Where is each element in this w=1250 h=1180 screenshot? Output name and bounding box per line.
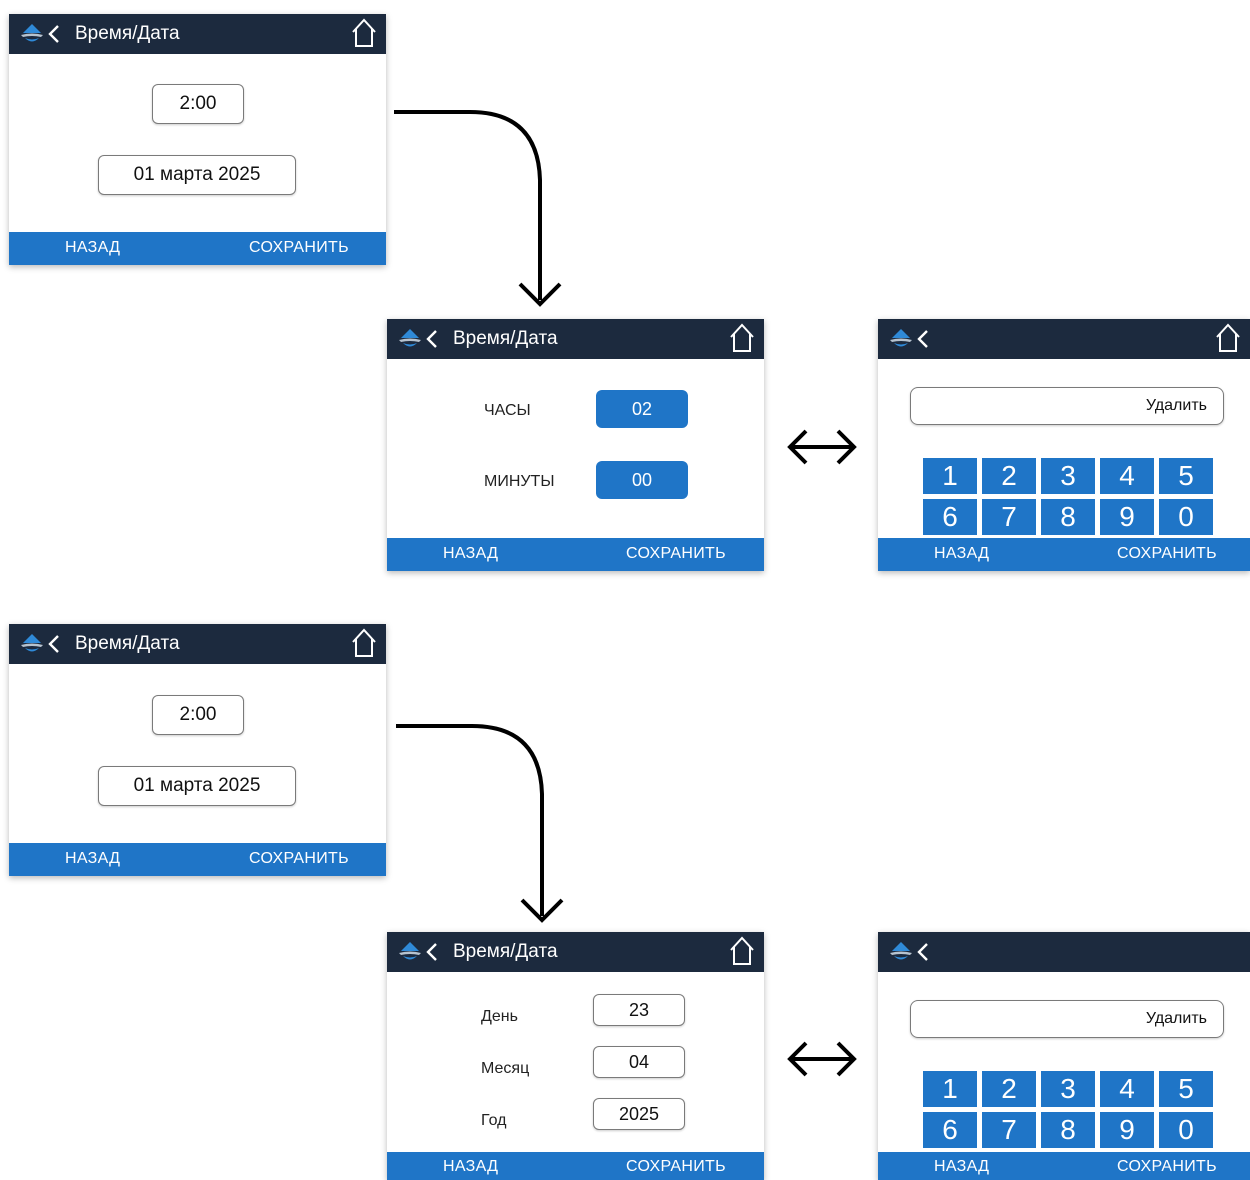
minutes-field[interactable]: 00 bbox=[596, 461, 688, 499]
key-0[interactable]: 0 bbox=[1159, 1112, 1213, 1148]
home-icon[interactable] bbox=[728, 936, 756, 966]
home-icon[interactable] bbox=[1214, 323, 1242, 353]
double-arrow-icon bbox=[787, 429, 857, 465]
time-field[interactable]: 2:00 bbox=[152, 695, 244, 735]
logo-icon bbox=[21, 24, 43, 42]
save-button[interactable]: СОХРАНИТЬ bbox=[249, 850, 349, 868]
key-5[interactable]: 5 bbox=[1159, 1071, 1213, 1107]
double-arrow-icon bbox=[787, 1041, 857, 1077]
back-chevron-icon[interactable] bbox=[425, 329, 439, 349]
logo-icon bbox=[21, 634, 43, 652]
curved-arrow-icon bbox=[396, 724, 564, 923]
month-field[interactable]: 04 bbox=[593, 1046, 685, 1078]
page-title: Время/Дата bbox=[453, 328, 558, 349]
save-button[interactable]: СОХРАНИТЬ bbox=[1117, 1158, 1217, 1176]
key-3[interactable]: 3 bbox=[1041, 1071, 1095, 1107]
key-7[interactable]: 7 bbox=[982, 499, 1036, 535]
page-title: Время/Дата bbox=[75, 23, 180, 44]
date-field[interactable]: 01 марта 2025 bbox=[98, 155, 296, 195]
month-label: Месяц bbox=[481, 1060, 530, 1077]
back-button[interactable]: НАЗАД bbox=[65, 239, 120, 257]
back-chevron-icon[interactable] bbox=[916, 329, 930, 349]
home-icon[interactable] bbox=[350, 18, 378, 48]
key-4[interactable]: 4 bbox=[1100, 1071, 1154, 1107]
footer-bar: НАЗАД СОХРАНИТЬ bbox=[9, 232, 386, 265]
time-field[interactable]: 2:00 bbox=[152, 84, 244, 124]
minutes-label: МИНУТЫ bbox=[484, 473, 555, 490]
back-button[interactable]: НАЗАД bbox=[934, 545, 989, 563]
overview-screen-bottom: Время/Дата 2:00 01 марта 2025 НАЗАД СОХР… bbox=[9, 624, 386, 876]
back-chevron-icon[interactable] bbox=[47, 634, 61, 654]
date-field[interactable]: 01 марта 2025 bbox=[98, 766, 296, 806]
page-title: Время/Дата bbox=[75, 633, 180, 654]
save-button[interactable]: СОХРАНИТЬ bbox=[249, 239, 349, 257]
key-9[interactable]: 9 bbox=[1100, 499, 1154, 535]
save-button[interactable]: СОХРАНИТЬ bbox=[1117, 545, 1217, 563]
back-chevron-icon[interactable] bbox=[47, 24, 61, 44]
home-icon[interactable] bbox=[728, 323, 756, 353]
back-button[interactable]: НАЗАД bbox=[934, 1158, 989, 1176]
back-chevron-icon[interactable] bbox=[916, 942, 930, 962]
overview-screen-top: Время/Дата 2:00 01 марта 2025 НАЗАД СОХР… bbox=[9, 14, 386, 265]
delete-button[interactable]: Удалить bbox=[1146, 1010, 1207, 1028]
key-3[interactable]: 3 bbox=[1041, 458, 1095, 494]
back-button[interactable]: НАЗАД bbox=[443, 1158, 498, 1176]
key-6[interactable]: 6 bbox=[923, 1112, 977, 1148]
key-7[interactable]: 7 bbox=[982, 1112, 1036, 1148]
back-chevron-icon[interactable] bbox=[425, 942, 439, 962]
hours-field[interactable]: 02 bbox=[596, 390, 688, 428]
key-1[interactable]: 1 bbox=[923, 1071, 977, 1107]
year-field[interactable]: 2025 bbox=[593, 1098, 685, 1130]
day-field[interactable]: 23 bbox=[593, 994, 685, 1026]
keypad-screen-top: Удалить 1 2 3 4 5 6 7 8 9 0 НАЗАД СОХРАН… bbox=[878, 319, 1250, 571]
keypad-input[interactable]: Удалить bbox=[910, 387, 1224, 425]
key-2[interactable]: 2 bbox=[982, 1071, 1036, 1107]
header-bar: Время/Дата bbox=[9, 624, 386, 664]
keypad-input[interactable]: Удалить bbox=[910, 1000, 1224, 1038]
header-bar: Время/Дата bbox=[387, 319, 764, 359]
footer-bar: НАЗАД СОХРАНИТЬ bbox=[387, 538, 764, 571]
key-0[interactable]: 0 bbox=[1159, 499, 1213, 535]
back-button[interactable]: НАЗАД bbox=[443, 545, 498, 563]
save-button[interactable]: СОХРАНИТЬ bbox=[626, 545, 726, 563]
key-5[interactable]: 5 bbox=[1159, 458, 1213, 494]
key-8[interactable]: 8 bbox=[1041, 499, 1095, 535]
time-edit-screen: Время/Дата ЧАСЫ 02 МИНУТЫ 00 НАЗАД СОХРА… bbox=[387, 319, 764, 571]
curved-arrow-icon bbox=[394, 110, 562, 307]
key-4[interactable]: 4 bbox=[1100, 458, 1154, 494]
back-button[interactable]: НАЗАД bbox=[65, 850, 120, 868]
date-edit-screen: Время/Дата День 23 Месяц 04 Год 2025 НАЗ… bbox=[387, 932, 764, 1180]
header-bar: Время/Дата bbox=[9, 14, 386, 54]
footer-bar: НАЗАД СОХРАНИТЬ bbox=[9, 843, 386, 876]
delete-button[interactable]: Удалить bbox=[1146, 397, 1207, 415]
key-9[interactable]: 9 bbox=[1100, 1112, 1154, 1148]
logo-icon bbox=[890, 942, 912, 960]
logo-icon bbox=[399, 329, 421, 347]
keypad-screen-bottom: Удалить 1 2 3 4 5 6 7 8 9 0 НАЗАД СОХРАН… bbox=[878, 932, 1250, 1180]
number-keypad: 1 2 3 4 5 6 7 8 9 0 bbox=[923, 458, 1213, 535]
key-2[interactable]: 2 bbox=[982, 458, 1036, 494]
key-6[interactable]: 6 bbox=[923, 499, 977, 535]
day-label: День bbox=[481, 1008, 518, 1025]
number-keypad: 1 2 3 4 5 6 7 8 9 0 bbox=[923, 1071, 1213, 1148]
header-bar: Время/Дата bbox=[387, 932, 764, 972]
footer-bar: НАЗАД СОХРАНИТЬ bbox=[878, 538, 1250, 571]
header-bar bbox=[878, 932, 1250, 972]
home-icon[interactable] bbox=[350, 628, 378, 658]
logo-icon bbox=[890, 329, 912, 347]
key-8[interactable]: 8 bbox=[1041, 1112, 1095, 1148]
year-label: Год bbox=[481, 1112, 507, 1129]
key-1[interactable]: 1 bbox=[923, 458, 977, 494]
logo-icon bbox=[399, 942, 421, 960]
page-title: Время/Дата bbox=[453, 941, 558, 962]
footer-bar: НАЗАД СОХРАНИТЬ bbox=[387, 1152, 764, 1180]
header-bar bbox=[878, 319, 1250, 359]
hours-label: ЧАСЫ bbox=[484, 402, 531, 419]
footer-bar: НАЗАД СОХРАНИТЬ bbox=[878, 1152, 1250, 1180]
save-button[interactable]: СОХРАНИТЬ bbox=[626, 1158, 726, 1176]
